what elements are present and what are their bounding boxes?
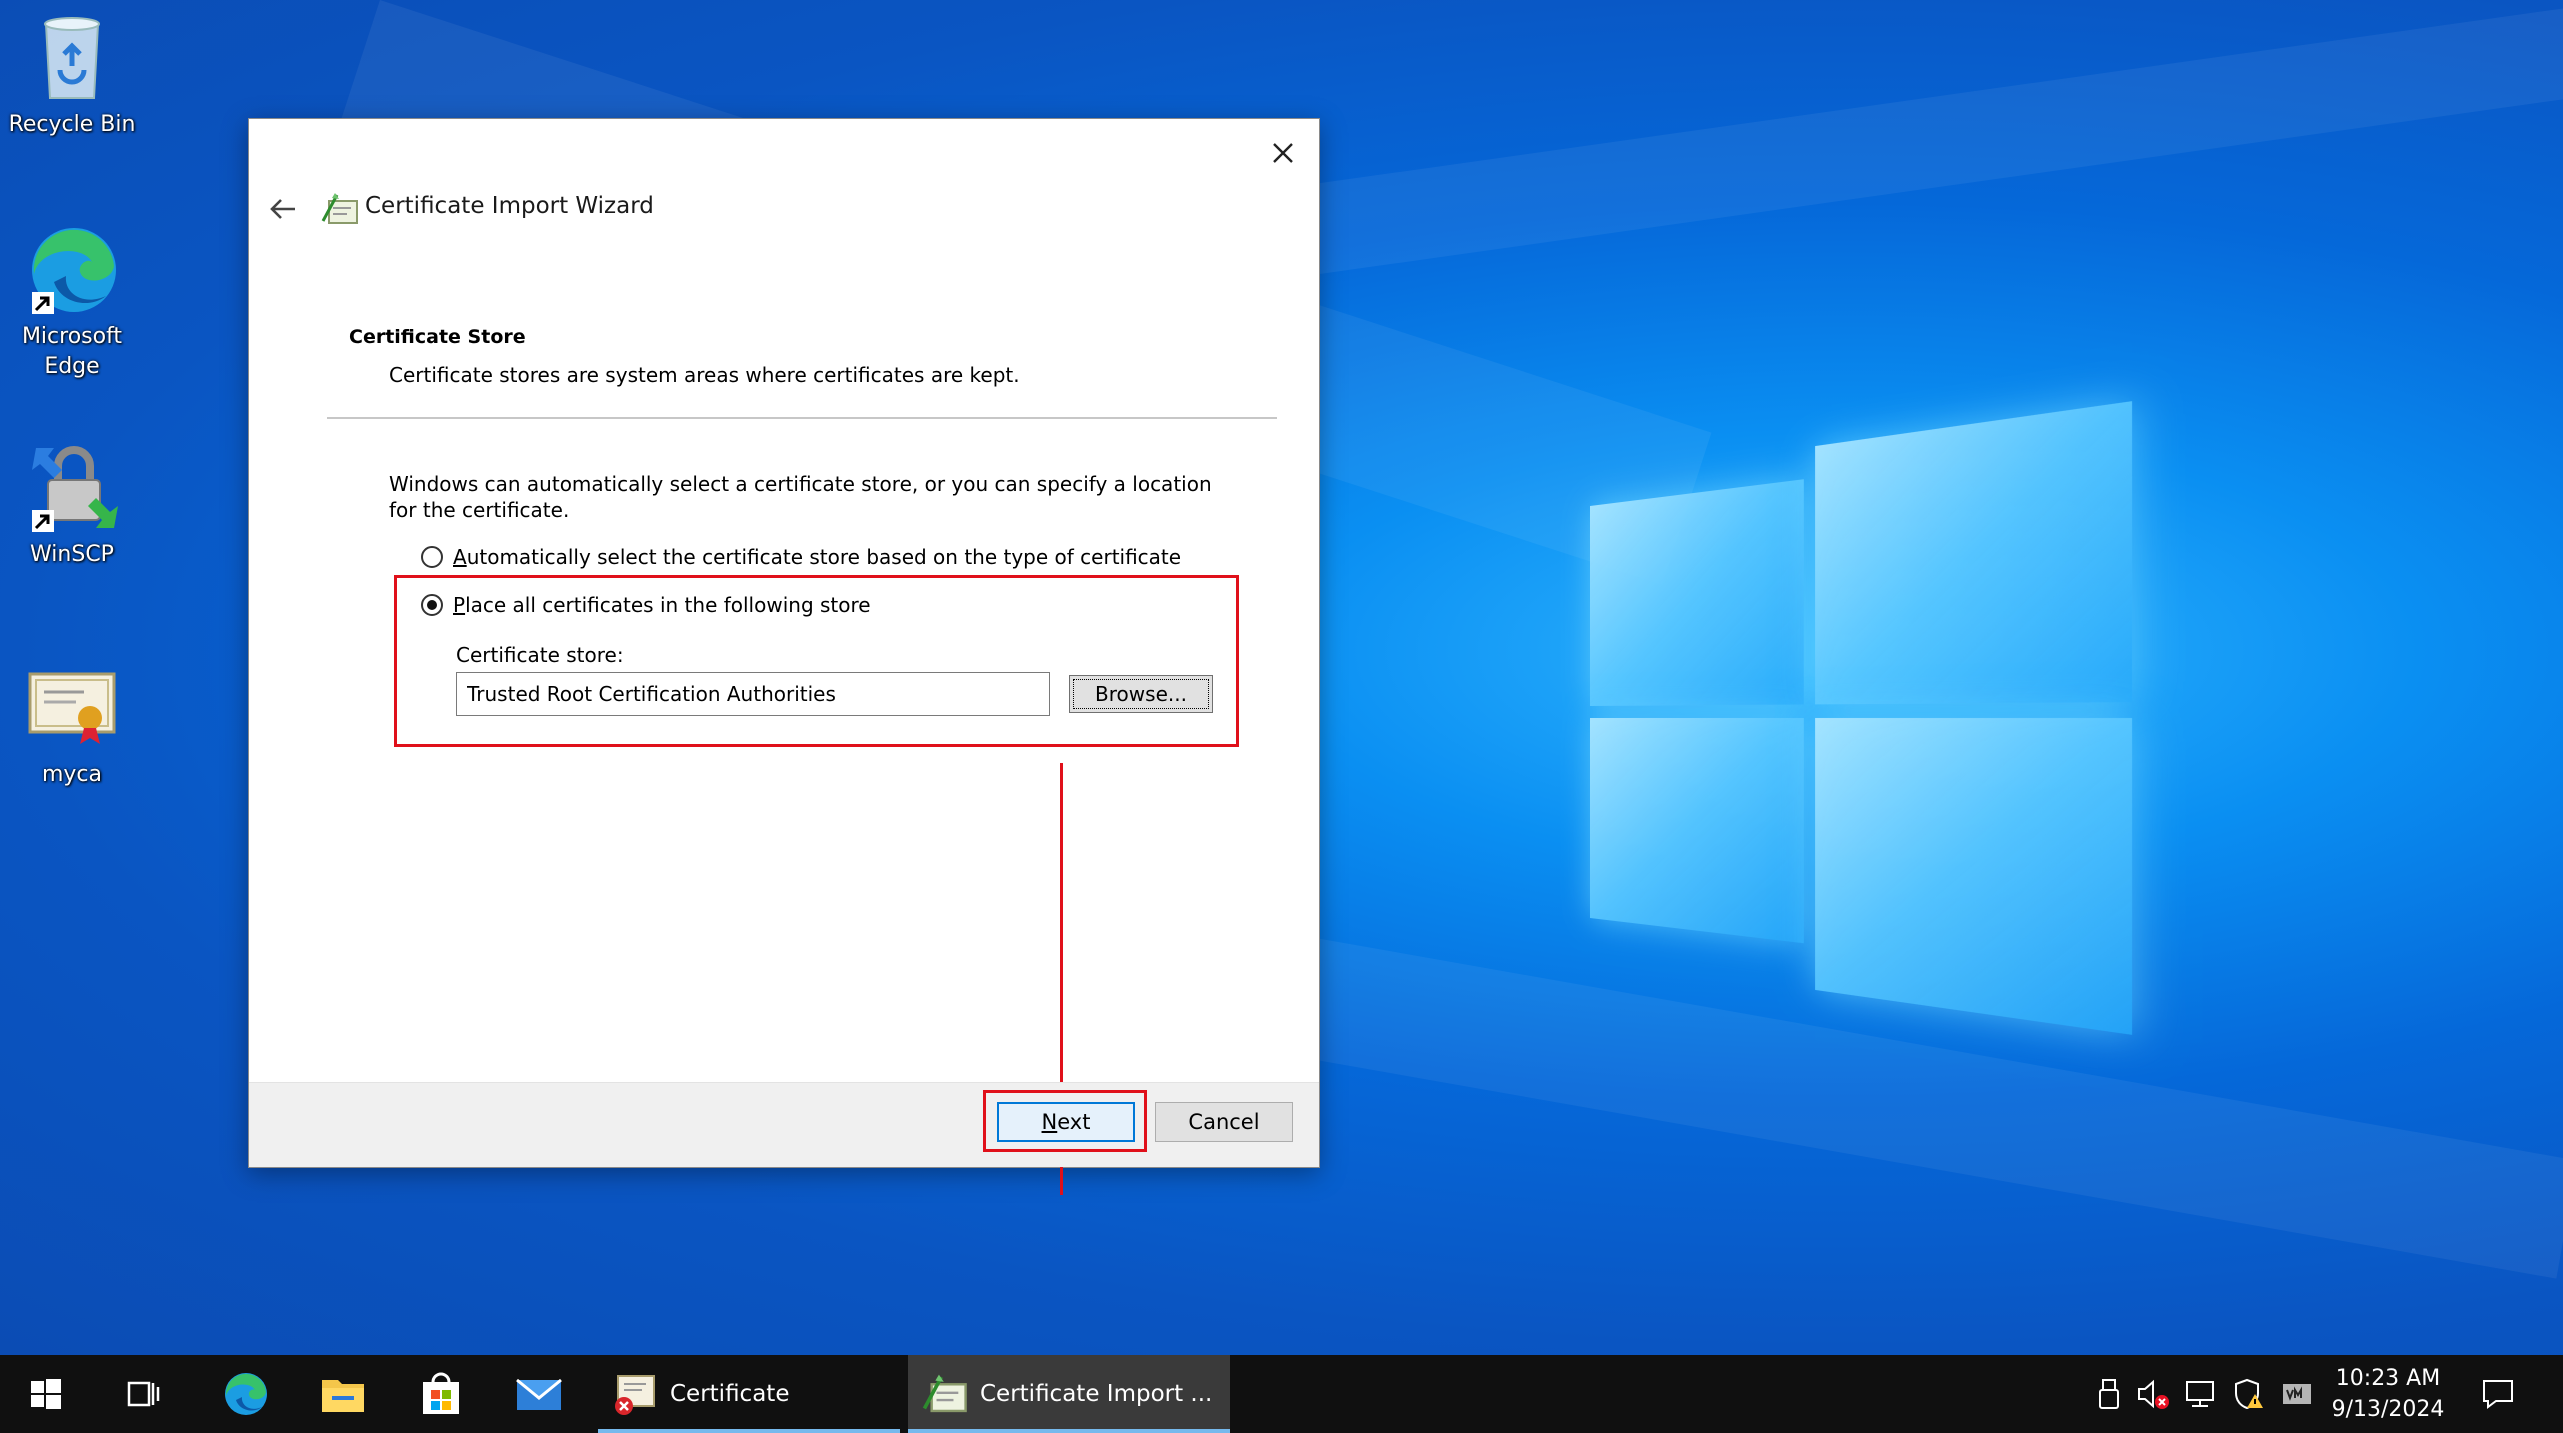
windows-logo-wallpaper xyxy=(1590,401,2133,1035)
radio-auto-label: Automatically select the certificate sto… xyxy=(453,545,1182,569)
task-view-icon xyxy=(127,1381,160,1407)
tray-usb-button[interactable] xyxy=(2092,1375,2126,1413)
taskbar-store-button[interactable] xyxy=(408,1355,474,1433)
section-description: Certificate stores are system areas wher… xyxy=(389,363,1020,387)
taskbar-file-explorer-button[interactable] xyxy=(310,1355,376,1433)
certificate-file-icon xyxy=(24,660,120,756)
winscp-icon xyxy=(24,440,120,536)
taskbar-clock[interactable]: 10:23 AM 9/13/2024 xyxy=(2323,1363,2453,1425)
tray-security-button[interactable] xyxy=(2232,1375,2266,1413)
folder-icon xyxy=(322,1380,364,1412)
header-separator xyxy=(327,417,1277,419)
desktop-icon-recycle-bin[interactable]: Recycle Bin xyxy=(2,10,142,140)
taskbar-edge-button[interactable] xyxy=(212,1355,278,1433)
taskbar-mail-button[interactable] xyxy=(506,1355,572,1433)
windows-start-icon xyxy=(31,1379,61,1409)
taskbar-app-indicator xyxy=(908,1429,1230,1433)
radio-auto-select-store[interactable]: Automatically select the certificate sto… xyxy=(421,545,1181,569)
desktop-icon-label: WinSCP xyxy=(30,542,114,567)
start-button[interactable] xyxy=(14,1355,78,1433)
clock-time: 10:23 AM xyxy=(2335,1366,2441,1391)
taskbar-app-indicator xyxy=(598,1429,900,1433)
security-warning-icon xyxy=(2235,1378,2263,1410)
volume-muted-icon xyxy=(2138,1379,2169,1409)
wizard-title: Certificate Import Wizard xyxy=(365,193,654,219)
edge-icon xyxy=(24,222,120,318)
back-button[interactable] xyxy=(263,189,303,229)
mail-icon xyxy=(516,1378,562,1410)
desktop-icon-myca[interactable]: myca xyxy=(2,660,142,790)
desktop-icon-label: Microsoft Edge xyxy=(21,324,123,379)
desktop-background: Recycle Bin Microsoft Edge WinSCP myca C… xyxy=(0,0,2563,1355)
notification-icon xyxy=(2483,1380,2513,1409)
clock-date: 9/13/2024 xyxy=(2331,1397,2445,1422)
taskbar-app-certificate[interactable]: Certificate xyxy=(598,1355,900,1433)
close-icon xyxy=(1273,143,1293,163)
annotation-highlight-store xyxy=(394,575,1239,747)
section-title: Certificate Store xyxy=(349,326,526,348)
next-button[interactable]: Next xyxy=(997,1102,1135,1142)
taskbar-app-label: Certificate Import ... xyxy=(980,1381,1213,1407)
back-arrow-icon xyxy=(270,199,295,219)
edge-icon xyxy=(225,1373,267,1415)
tray-vmware-button[interactable] xyxy=(2280,1375,2314,1413)
taskbar-app-label: Certificate xyxy=(670,1381,790,1407)
task-view-button[interactable] xyxy=(112,1355,176,1433)
radio-auto-indicator[interactable] xyxy=(421,546,443,568)
desktop-icon-label: Recycle Bin xyxy=(8,112,136,137)
close-button[interactable] xyxy=(1259,129,1307,177)
recycle-bin-icon xyxy=(24,10,120,106)
action-center-button[interactable] xyxy=(2476,1375,2520,1413)
desktop-icon-winscp[interactable]: WinSCP xyxy=(2,440,142,570)
certificate-import-wizard-dialog: Certificate Import Wizard Certificate St… xyxy=(248,118,1320,1195)
vmware-tools-icon xyxy=(2283,1384,2311,1404)
tray-network-button[interactable] xyxy=(2184,1375,2218,1413)
certificate-error-icon xyxy=(615,1375,655,1415)
certificate-wizard-icon xyxy=(321,191,359,227)
taskbar: Certificate Certificate Import ... 10:23… xyxy=(0,1355,2563,1433)
taskbar-app-certificate-import-wizard[interactable]: Certificate Import ... xyxy=(908,1355,1230,1433)
store-icon xyxy=(423,1372,459,1414)
intro-text: Windows can automatically select a certi… xyxy=(389,472,1212,522)
tray-volume-button[interactable] xyxy=(2136,1375,2170,1413)
usb-device-icon xyxy=(2099,1379,2119,1409)
cancel-button[interactable]: Cancel xyxy=(1155,1102,1293,1142)
certificate-wizard-icon xyxy=(922,1374,967,1413)
desktop-icon-label: myca xyxy=(41,762,103,787)
network-icon xyxy=(2186,1381,2214,1407)
desktop-icon-microsoft-edge[interactable]: Microsoft Edge xyxy=(2,222,142,382)
